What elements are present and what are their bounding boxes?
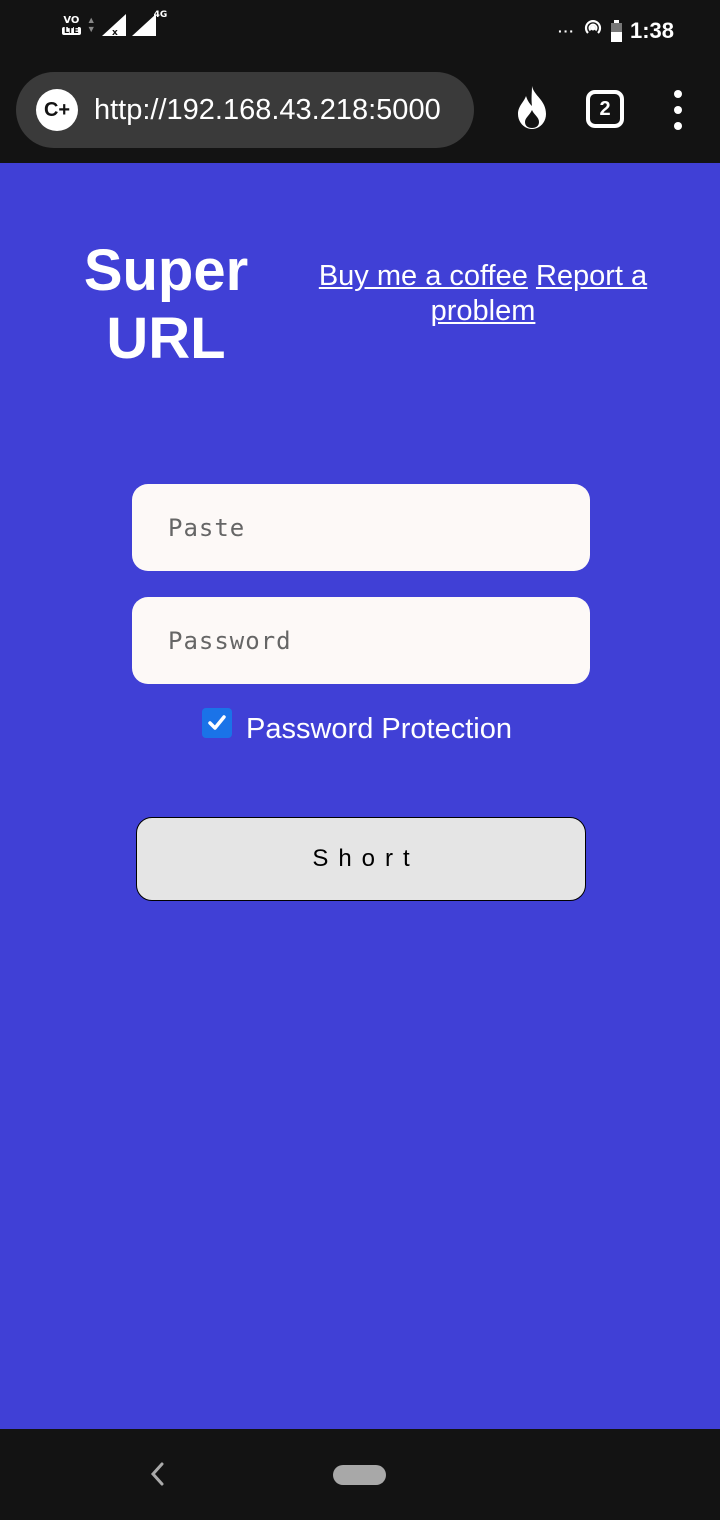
svg-text:x: x	[112, 28, 118, 36]
short-button[interactable]: Short	[136, 817, 586, 901]
tabs-icon[interactable]: 2	[586, 90, 624, 128]
back-icon[interactable]	[148, 1459, 166, 1494]
header-links: Buy me a coffee Report a problem	[300, 259, 666, 329]
volte-bottom: LTE	[62, 25, 81, 35]
volte-top: VO	[63, 14, 80, 26]
password-protection-checkbox[interactable]	[202, 707, 232, 738]
home-pill-icon[interactable]	[333, 1465, 386, 1485]
status-left: VO LTE ▲ ▼ x 4G	[62, 10, 167, 36]
buy-coffee-link[interactable]: Buy me a coffee	[319, 260, 528, 292]
password-protection-row[interactable]: Password Protection	[202, 707, 512, 746]
address-bar[interactable]: C+ http://192.168.43.218:5000	[16, 72, 474, 148]
web-page: Super URL Buy me a coffee Report a probl…	[0, 163, 720, 1429]
more-vert-icon[interactable]	[670, 90, 686, 130]
clock: 1:38	[629, 18, 674, 43]
signal-4g-icon: 4G	[131, 10, 167, 36]
more-notifications-icon: ···	[557, 23, 575, 39]
browser-toolbar: C+ http://192.168.43.218:5000 2	[0, 64, 720, 163]
site-icon[interactable]: C+	[36, 89, 78, 131]
signal-icon: x	[101, 14, 126, 36]
status-bar: VO LTE ▲ ▼ x 4G ··· 1:38	[0, 0, 720, 64]
hotspot-icon	[583, 18, 603, 44]
url-input[interactable]	[132, 484, 590, 571]
site-logo: Super URL	[83, 238, 249, 371]
data-arrows-icon: ▲ ▼	[86, 15, 96, 34]
status-right: ··· 1:38	[558, 18, 674, 44]
url-text[interactable]: http://192.168.43.218:5000	[94, 94, 450, 127]
password-protection-label: Password Protection	[246, 713, 512, 745]
navigation-bar	[0, 1429, 720, 1520]
volte-icon: VO LTE	[62, 14, 81, 35]
network-type: 4G	[153, 10, 168, 20]
password-input[interactable]	[132, 597, 590, 684]
battery-icon	[610, 20, 622, 42]
fire-icon[interactable]	[512, 84, 552, 135]
